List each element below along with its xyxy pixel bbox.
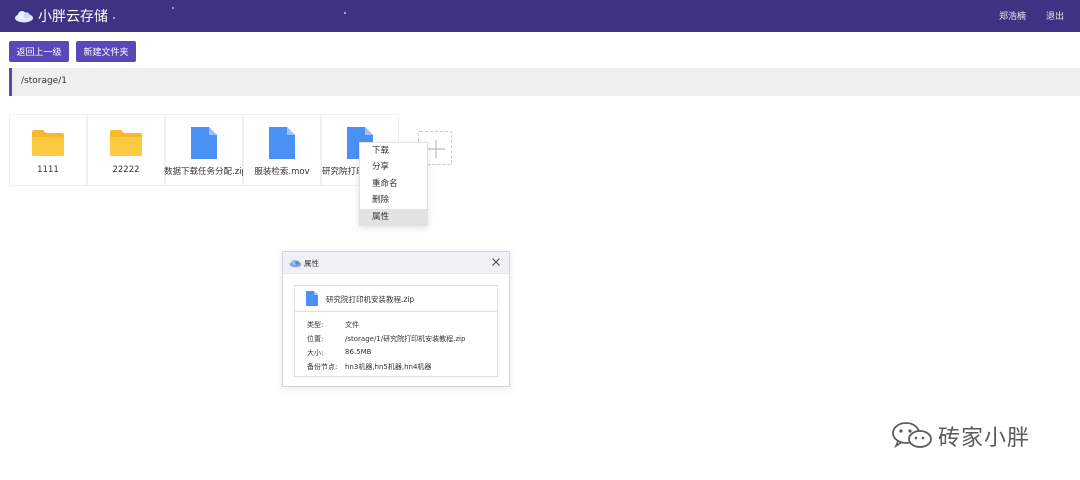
property-value: 文件 [345,321,359,329]
file-name: 服装检索.mov [254,167,310,177]
property-value: /storage/1/研究院打印机安装教程.zip [345,335,466,343]
file-icon [269,127,295,159]
new-folder-button[interactable]: 新建文件夹 [76,41,136,62]
context-menu: 下载 分享 重命名 删除 属性 [359,142,428,226]
user-name[interactable]: 郑浩楠 [999,9,1026,22]
logout-link[interactable]: 退出 [1046,9,1064,22]
dialog-header: 属性 [283,252,509,274]
top-header: 小胖云存储 郑浩楠 退出 [0,0,1080,32]
file-tile[interactable]: 数据下载任务分配.zip [164,114,244,186]
header-star-decoration [172,7,174,9]
menu-item-rename[interactable]: 重命名 [360,176,427,192]
properties-file-row: 研究院打印机安装教程.zip [295,286,497,312]
cloud-icon [289,259,302,268]
app-logo[interactable]: 小胖云存储 [14,6,108,26]
property-value: 86.5MB [345,348,372,356]
watermark: 砖家小胖 [890,418,1050,451]
current-path: /storage/1 [21,76,67,86]
property-row-backup-nodes: 备份节点: hn3机器,hn5机器,hn4机器 [295,360,497,374]
menu-item-download[interactable]: 下载 [360,143,427,159]
property-label: 备份节点: [307,363,338,371]
property-label: 大小: [307,349,324,357]
file-icon [306,291,318,306]
file-tile[interactable]: 服装检索.mov [243,114,321,186]
property-value: hn3机器,hn5机器,hn4机器 [345,363,432,371]
properties-dialog: 属性 研究院打印机安装教程.zip 类型: 文件 位置: /storage/1/… [282,251,510,387]
cloud-icon [15,11,33,23]
plus-icon [427,140,445,158]
watermark-text: 砖家小胖 [938,426,1031,451]
app-title: 小胖云存储 [38,9,108,25]
file-name: 数据下载任务分配.zip [164,167,244,177]
dialog-title: 属性 [304,259,319,268]
property-row-type: 类型: 文件 [295,318,497,332]
property-label: 位置: [307,335,324,343]
back-button[interactable]: 返回上一级 [9,41,69,62]
wechat-icon [892,422,932,449]
menu-item-properties[interactable]: 属性 [360,208,427,225]
menu-item-delete[interactable]: 删除 [360,192,427,208]
folder-icon [110,130,142,156]
path-bar: /storage/1 [9,68,1080,96]
header-star-decoration [344,12,346,14]
properties-panel: 研究院打印机安装教程.zip 类型: 文件 位置: /storage/1/研究院… [294,285,498,377]
close-icon[interactable] [491,257,501,267]
properties-list: 类型: 文件 位置: /storage/1/研究院打印机安装教程.zip 大小:… [295,312,497,374]
folder-tile[interactable]: 22222 [87,114,165,186]
header-star-decoration [113,17,115,19]
folder-icon [32,130,64,156]
property-label: 类型: [307,321,324,329]
property-row-location: 位置: /storage/1/研究院打印机安装教程.zip [295,332,497,346]
file-name: 1111 [37,165,59,175]
properties-file-name: 研究院打印机安装教程.zip [326,295,415,304]
file-name: 22222 [112,165,140,175]
menu-item-share[interactable]: 分享 [360,159,427,175]
folder-tile[interactable]: 1111 [9,114,87,186]
file-icon [191,127,217,159]
property-row-size: 大小: 86.5MB [295,346,497,360]
